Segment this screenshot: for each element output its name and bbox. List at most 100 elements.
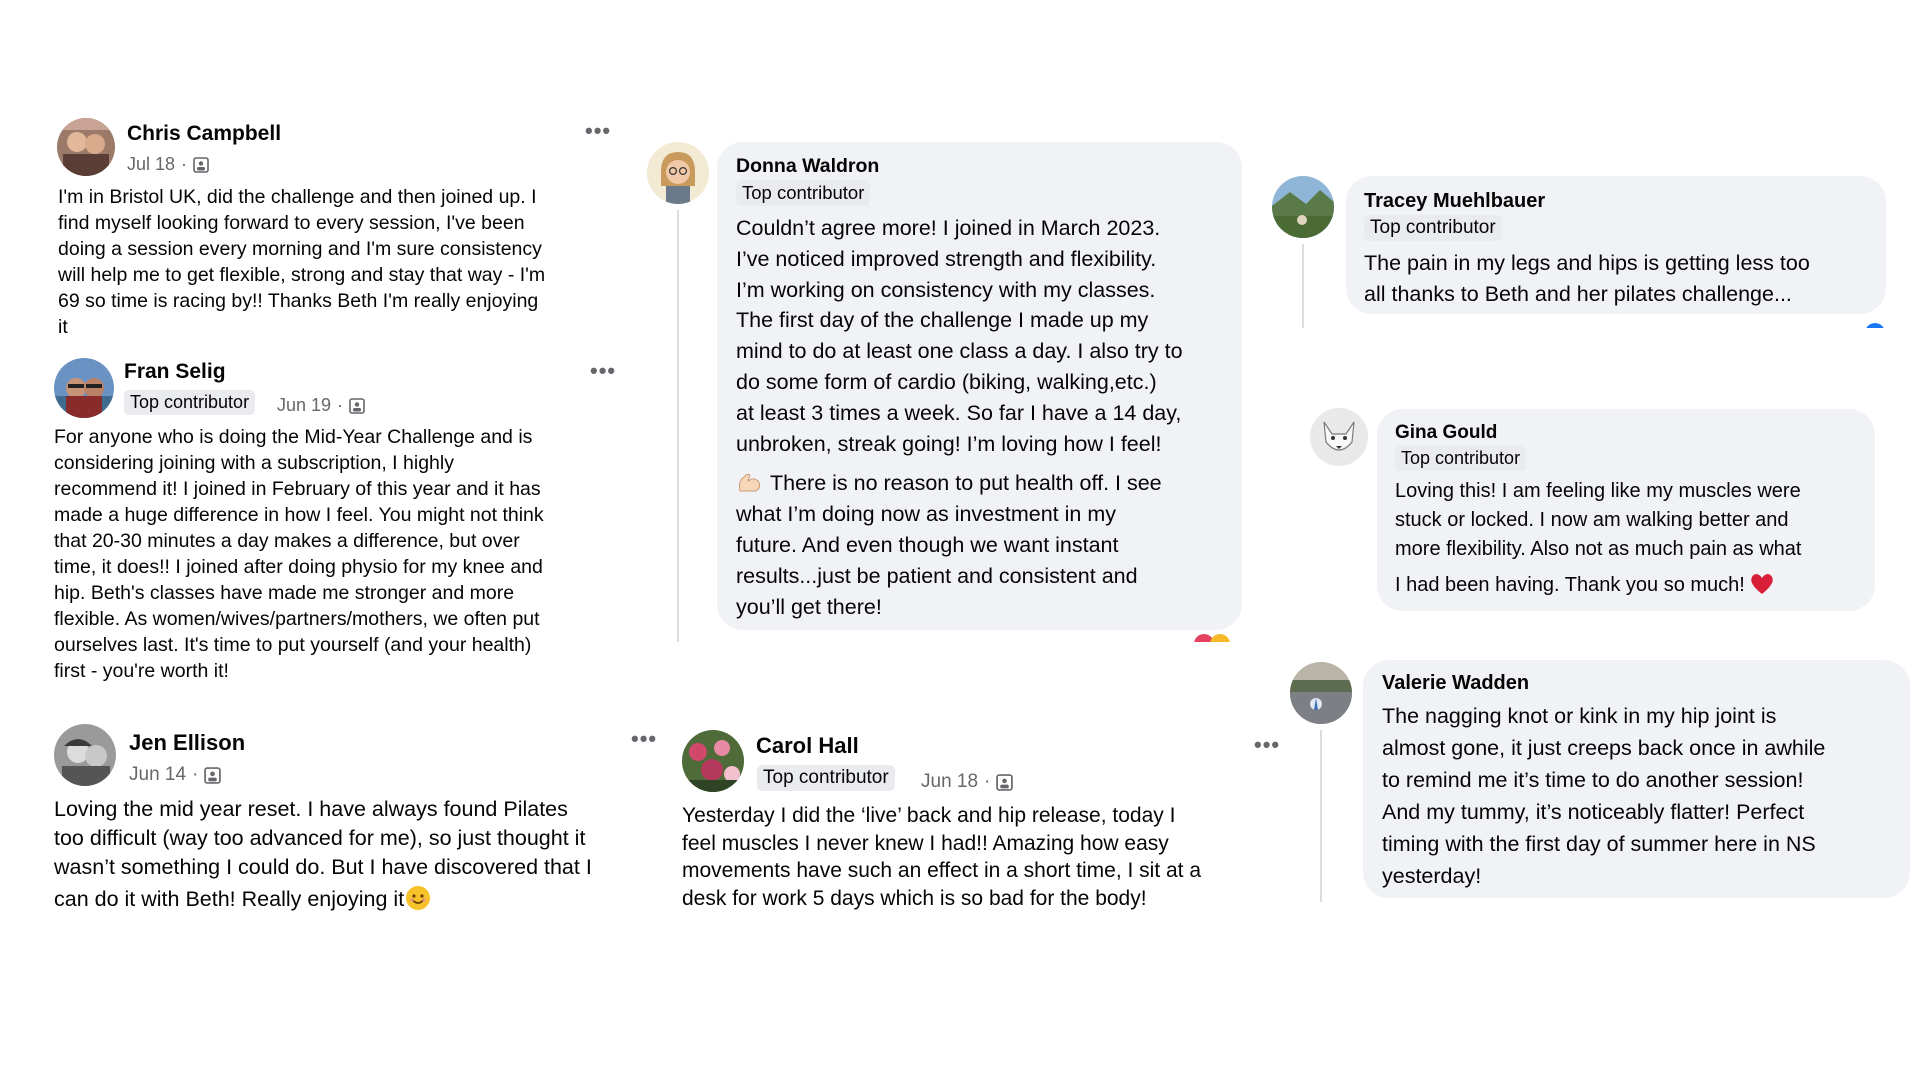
author-name[interactable]: Tracey Muehlbauer [1364, 190, 1545, 213]
comment-text: For anyone who is doing the Mid-Year Cha… [54, 424, 634, 684]
more-options-icon[interactable]: ••• [631, 728, 657, 750]
text-line-content: There is no reason to put health off. I … [770, 471, 1162, 496]
post-meta: Jun 14 · [129, 764, 222, 786]
reaction-icons[interactable] [1190, 634, 1242, 642]
post-date[interactable]: Jun 19 [277, 395, 331, 416]
more-options-icon[interactable]: ••• [585, 120, 611, 142]
text-line: Yesterday I did the ‘live’ back and hip … [682, 804, 1176, 827]
author-name[interactable]: Donna Waldron [736, 155, 879, 178]
author-name[interactable]: Gina Gould [1395, 422, 1497, 444]
avatar[interactable] [682, 730, 744, 792]
meta-separator: · [984, 771, 991, 792]
reaction-icon[interactable] [1864, 322, 1886, 328]
text-line: too difficult (way too advanced for me),… [54, 826, 586, 850]
thread-line [1320, 730, 1322, 902]
avatar[interactable] [57, 118, 115, 176]
flexed-biceps-emoji [739, 474, 761, 492]
text-line: all thanks to Beth and her pilates chall… [1364, 282, 1792, 306]
comment-text: Yesterday I did the ‘live’ back and hip … [682, 802, 1282, 913]
author-name[interactable]: Carol Hall [756, 733, 859, 759]
post-date[interactable]: Jun 18 [921, 771, 978, 793]
post-meta: Jun 18 · [921, 771, 1014, 793]
avatar[interactable] [1290, 662, 1352, 724]
text-line: Loving the mid year reset. I have always… [54, 797, 568, 821]
text-line: can do it with Beth! Really enjoying it [54, 885, 674, 914]
heart-reaction-icon [1194, 634, 1230, 642]
group-audience-icon [193, 156, 209, 173]
text-line: flexible. As women/wives/partners/mother… [54, 608, 540, 630]
group-audience-icon [204, 766, 222, 784]
top-contributor-badge: Top contributor [1364, 215, 1502, 241]
text-line: time, it does!! I joined after doing phy… [54, 556, 543, 578]
text-line: There is no reason to put health off. I … [736, 468, 1236, 499]
avatar[interactable] [1272, 176, 1334, 238]
author-name[interactable]: Chris Campbell [127, 122, 281, 146]
post-meta: Jul 18 · [127, 154, 209, 175]
avatar[interactable] [647, 142, 709, 204]
text-line: find myself looking forward to every ses… [58, 212, 525, 234]
text-line: I had been having. Thank you so much! [1395, 571, 1870, 600]
text-line: results...just be patient and consistent… [736, 563, 1138, 588]
post-date[interactable]: Jun 14 [129, 764, 186, 786]
text-line: what I’m doing now as investment in my [736, 502, 1116, 527]
text-line: made a huge difference in how I feel. Yo… [54, 504, 544, 526]
text-line: you’ll get there! [736, 594, 882, 619]
text-line: will help me to get flexible, strong and… [58, 264, 546, 286]
text-line: recommend it! I joined in February of th… [54, 478, 541, 500]
text-line: hip. Beth's classes have made me stronge… [54, 582, 515, 604]
text-line: I’m working on consistency with my class… [736, 277, 1156, 302]
top-contributor-badge: Top contributor [736, 180, 871, 206]
comment-text: The nagging knot or kink in my hip joint… [1382, 700, 1907, 892]
text-line: to remind me it’s time to do another ses… [1382, 768, 1804, 792]
author-name[interactable]: Jen Ellison [129, 730, 245, 756]
avatar[interactable] [1310, 408, 1368, 466]
text-line: And my tummy, it’s noticeably flatter! P… [1382, 800, 1805, 824]
text-line: almost gone, it just creeps back once in… [1382, 736, 1826, 760]
text-line: The pain in my legs and hips is getting … [1364, 251, 1810, 275]
text-line: timing with the first day of summer here… [1382, 832, 1816, 856]
text-line: considering joining with a subscription,… [54, 452, 454, 474]
meta-separator: · [181, 154, 188, 174]
text-line: movements have such an effect in a short… [682, 859, 1202, 883]
smiling-face-emoji [406, 886, 431, 910]
meta-separator: · [337, 395, 344, 415]
text-line: do some form of cardio (biking, walking,… [736, 369, 1157, 394]
text-line: stuck or locked. I now am walking better… [1395, 509, 1789, 531]
comment-text: Couldn’t agree more! I joined in March 2… [736, 213, 1236, 622]
text-line: feel muscles I never knew I had!! Amazin… [682, 831, 1169, 855]
red-heart-emoji [1751, 574, 1773, 594]
text-line: doing a session every morning and I'm su… [58, 238, 542, 260]
text-line: desk for work 5 days which is so bad for… [682, 887, 1147, 911]
text-line: Couldn’t agree more! I joined in March 2… [736, 216, 1161, 240]
like-reaction-icon [1866, 323, 1884, 328]
text-line: mind to do at least one class a day. I a… [736, 339, 1183, 364]
text-line-content: can do it with Beth! Really enjoying it [54, 887, 405, 911]
group-audience-icon [349, 397, 365, 414]
text-line: I’ve noticed improved strength and flexi… [736, 246, 1157, 271]
text-line: that 20-30 minutes a day makes a differe… [54, 530, 520, 552]
text-line: wasn’t something I could do. But I have … [54, 855, 592, 879]
author-name[interactable]: Valerie Wadden [1382, 672, 1529, 695]
text-line: first - you're worth it! [54, 660, 229, 682]
text-line: For anyone who is doing the Mid-Year Cha… [54, 426, 533, 448]
meta-separator: · [192, 764, 199, 785]
thread-line [677, 210, 679, 642]
post-date[interactable]: Jul 18 [127, 154, 175, 175]
text-line: Loving this! I am feeling like my muscle… [1395, 480, 1801, 502]
comment-text: Loving the mid year reset. I have always… [54, 795, 674, 914]
author-name[interactable]: Fran Selig [124, 360, 226, 384]
text-line: 69 so time is racing by!! Thanks Beth I'… [58, 290, 539, 312]
post-meta: Jun 19 · [277, 395, 365, 416]
text-line: yesterday! [1382, 864, 1482, 888]
comment-text: The pain in my legs and hips is getting … [1364, 248, 1879, 310]
text-line: ourselves last. It's time to put yoursel… [54, 634, 532, 656]
top-contributor-badge: Top contributor [1395, 446, 1527, 471]
more-options-icon[interactable]: ••• [590, 360, 616, 382]
text-line: I'm in Bristol UK, did the challenge and… [58, 186, 537, 208]
avatar[interactable] [54, 358, 114, 418]
avatar[interactable] [54, 724, 116, 786]
top-contributor-badge: Top contributor [757, 765, 895, 791]
text-line: future. And even though we want instant [736, 532, 1119, 557]
text-line: The nagging knot or kink in my hip joint… [1382, 704, 1777, 728]
more-options-icon[interactable]: ••• [1254, 734, 1280, 756]
